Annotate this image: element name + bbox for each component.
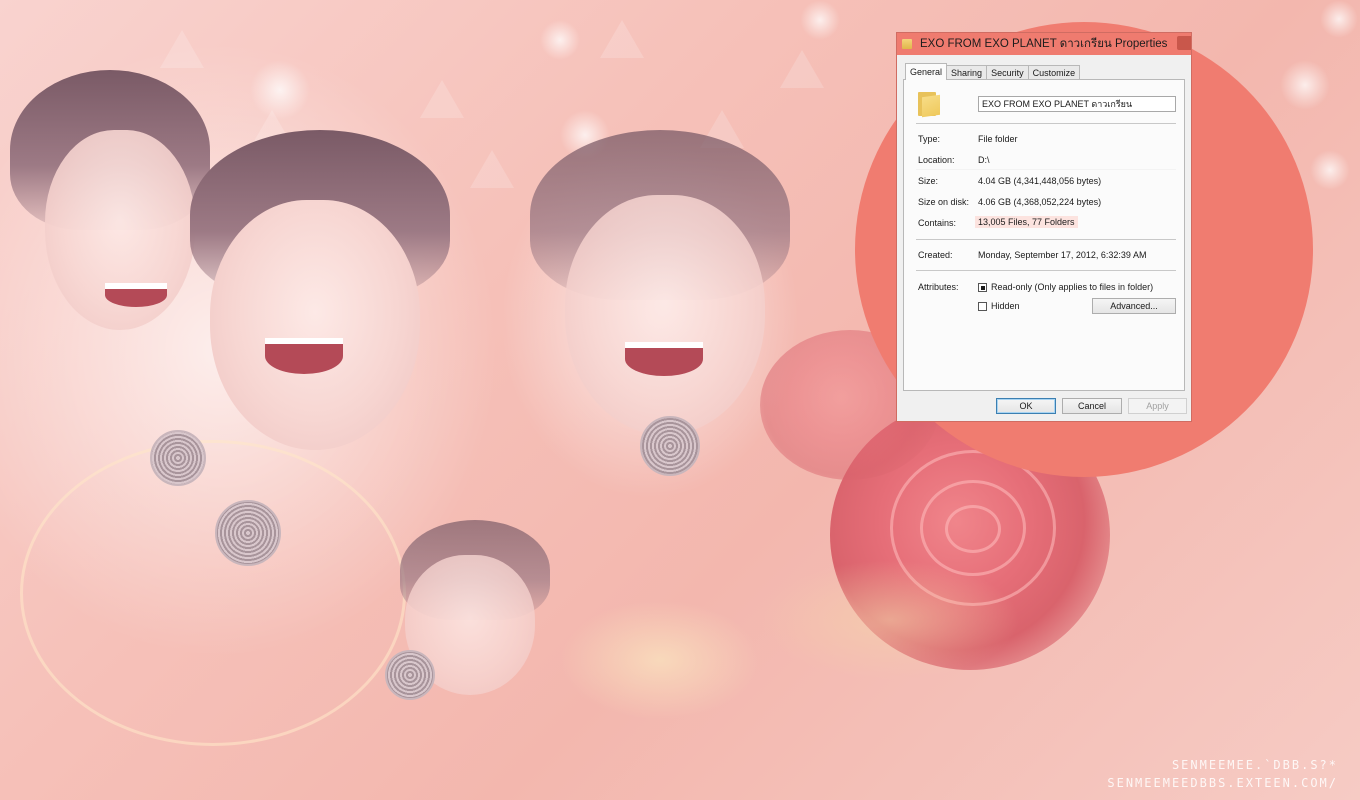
size-on-disk-label: Size on disk: — [918, 197, 970, 207]
bokeh-light — [1310, 150, 1350, 190]
size-label: Size: — [918, 176, 939, 186]
bokeh-light — [800, 0, 840, 40]
tab-general[interactable]: General — [905, 63, 948, 80]
rose-petal — [945, 505, 1001, 553]
blossom — [560, 600, 760, 720]
close-button[interactable] — [1177, 36, 1191, 50]
watermark-line-1: SENMEEMEE.`DBB.S?* — [1171, 758, 1338, 772]
dialog-title: EXO FROM EXO PLANET ดาวเกรียน Properties — [920, 38, 1168, 50]
microphone — [640, 416, 700, 476]
tab-sharing[interactable]: Sharing — [946, 65, 988, 80]
blossom — [760, 560, 1020, 680]
tab-security[interactable]: Security — [986, 65, 1029, 80]
bokeh-light — [540, 20, 580, 60]
dialog-titlebar[interactable]: EXO FROM EXO PLANET ดาวเกรียน Properties — [897, 33, 1191, 55]
general-panel: EXO FROM EXO PLANET ดาวเกรียน Type: File… — [903, 79, 1185, 391]
attributes-label: Attributes: — [918, 282, 959, 292]
tab-strip: General Sharing Security Customize — [905, 63, 1081, 80]
readonly-checkbox[interactable] — [978, 283, 987, 292]
size-value: 4.04 GB (4,341,448,056 bytes) — [978, 176, 1102, 186]
triangle-pattern — [470, 150, 514, 188]
tab-customize[interactable]: Customize — [1027, 65, 1081, 80]
size-on-disk-value: 4.06 GB (4,368,052,224 bytes) — [978, 197, 1102, 207]
properties-dialog: EXO FROM EXO PLANET ดาวเกรียน Properties… — [896, 32, 1192, 422]
microphone — [215, 500, 281, 566]
bokeh-light — [1280, 60, 1330, 110]
separator — [916, 169, 1176, 170]
person-mouth — [105, 283, 167, 307]
separator — [916, 239, 1176, 240]
contains-value: 13,005 Files, 77 Folders — [975, 216, 1078, 228]
readonly-label[interactable]: Read-only (Only applies to files in fold… — [991, 282, 1153, 292]
hidden-checkbox[interactable] — [978, 302, 987, 311]
triangle-pattern — [420, 80, 464, 118]
person-mouth — [265, 338, 343, 374]
folder-name-input[interactable]: EXO FROM EXO PLANET ดาวเกรียน — [978, 96, 1176, 112]
type-label: Type: — [918, 134, 941, 144]
advanced-button[interactable]: Advanced... — [1092, 298, 1176, 314]
location-value: D:\ — [978, 155, 990, 165]
created-value: Monday, September 17, 2012, 6:32:39 AM — [978, 250, 1147, 260]
contains-label: Contains: — [918, 218, 957, 228]
separator — [916, 270, 1176, 271]
separator — [916, 123, 1176, 124]
person-mouth — [625, 342, 703, 376]
folder-icon — [902, 39, 912, 49]
ok-button[interactable]: OK — [996, 398, 1056, 414]
type-value: File folder — [978, 134, 1018, 144]
person-face — [210, 200, 420, 450]
triangle-pattern — [600, 20, 644, 58]
apply-button[interactable]: Apply — [1128, 398, 1187, 414]
folder-icon — [918, 92, 940, 118]
microphone — [385, 650, 435, 700]
contains-highlight: 13,005 Files, 77 Folders — [975, 216, 1078, 228]
created-label: Created: — [918, 250, 953, 260]
person-face — [565, 195, 765, 435]
heart-swirl — [20, 440, 406, 746]
location-label: Location: — [918, 155, 955, 165]
cancel-button[interactable]: Cancel — [1062, 398, 1122, 414]
microphone — [150, 430, 206, 486]
triangle-pattern — [780, 50, 824, 88]
bokeh-light — [1320, 0, 1358, 38]
hidden-label[interactable]: Hidden — [991, 301, 1020, 311]
watermark-line-2: SENMEEMEEDBBS.EXTEEN.COM/ — [1107, 776, 1338, 790]
